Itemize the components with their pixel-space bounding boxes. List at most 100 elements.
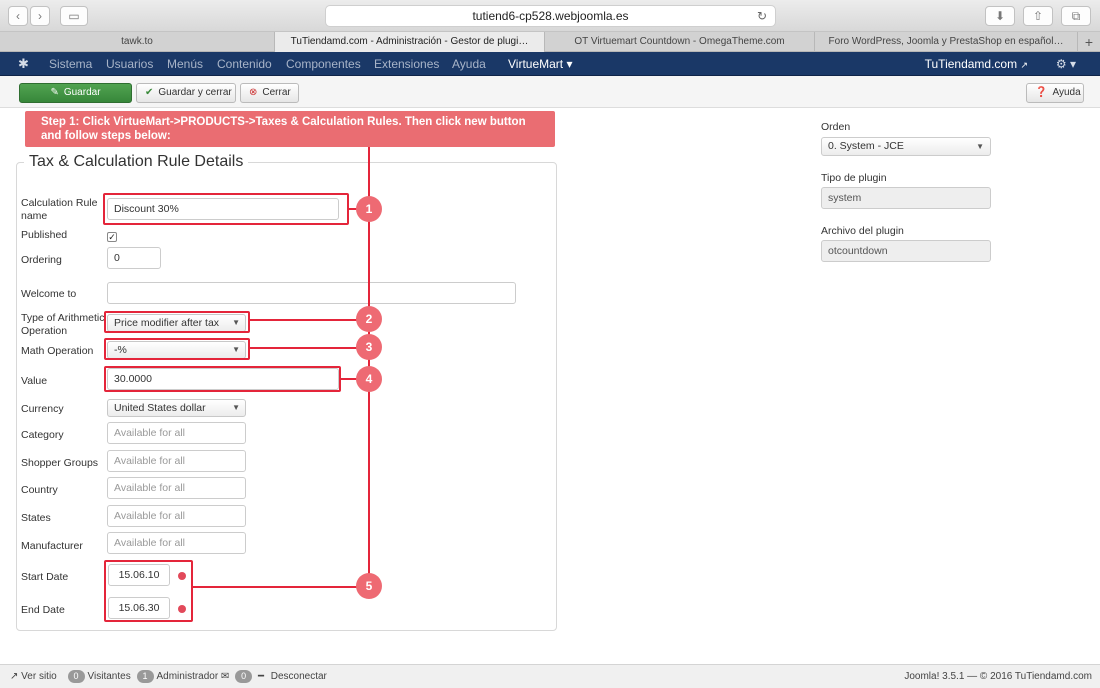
browser-tab[interactable]: OT Virtuemart Countdown - OmegaTheme.com [545, 32, 815, 52]
highlight-dates [104, 560, 193, 622]
nav-virtuemart[interactable]: VirtueMart ▾ [508, 52, 573, 76]
nav-ayuda[interactable]: Ayuda [452, 52, 486, 76]
nav-virtuemart-label: VirtueMart [508, 57, 564, 71]
browser-titlebar: ‹ › ▭ tutiend6-cp528.webjoomla.es ↻ ⬇ ⇧ … [0, 0, 1100, 32]
footer-left: ↗ Ver sitio 0 Visitantes 1 Administrador ✉… [10, 665, 327, 688]
caret-down-icon: ▼ [976, 142, 984, 151]
country-input[interactable]: Available for all [107, 477, 246, 499]
nav-componentes[interactable]: Componentes [286, 52, 361, 76]
label-currency: Currency [21, 403, 64, 415]
label-tipo-plugin: Tipo de plugin [821, 172, 887, 184]
gear-icon[interactable]: ⚙ ▾ [1056, 52, 1076, 76]
help-label: Ayuda [1052, 87, 1081, 98]
save-close-label: Guardar y cerrar [158, 87, 232, 98]
messages-badge: 0 [235, 670, 253, 683]
step-badge: 5 [356, 573, 382, 599]
fieldset-legend: Tax & Calculation Rule Details [24, 153, 249, 171]
site-link-label: TuTiendamd.com [924, 57, 1018, 71]
published-checkbox[interactable]: ✓ [107, 232, 117, 242]
label-ordering: Ordering [21, 254, 62, 266]
orden-value: 0. System - JCE [828, 140, 904, 152]
check-icon: ✔ [145, 87, 154, 98]
forward-icon[interactable]: › [30, 6, 50, 26]
sidebar-icon[interactable]: ▭ [60, 6, 88, 26]
annotation-connector [193, 586, 369, 588]
nav-menus[interactable]: Menús [167, 52, 203, 76]
browser-tab[interactable]: tawk.to [0, 32, 275, 52]
status-footer: ↗ Ver sitio 0 Visitantes 1 Administrador ✉… [0, 664, 1100, 688]
external-link-icon: ↗ [1020, 60, 1028, 70]
label-shopper-groups: Shopper Groups [21, 457, 99, 469]
browser-tab-active[interactable]: TuTiendamd.com - Administración - Gestor… [275, 32, 545, 52]
orden-select[interactable]: 0. System - JCE ▼ [821, 137, 991, 156]
category-input[interactable]: Available for all [107, 422, 246, 444]
label-end-date: End Date [21, 604, 65, 616]
tipo-plugin-field: system [821, 187, 991, 209]
nav-contenido[interactable]: Contenido [217, 52, 272, 76]
label-value: Value [21, 375, 48, 387]
label-category: Category [21, 429, 64, 441]
admin-badge: 1 [136, 670, 154, 683]
question-icon: ❓ [1035, 87, 1048, 98]
help-button[interactable]: ❓ Ayuda [1026, 83, 1084, 103]
shopper-groups-input[interactable]: Available for all [107, 450, 246, 472]
currency-value: United States dollar [114, 402, 206, 414]
admin-label: Administrador [156, 671, 219, 682]
highlight-value [104, 366, 341, 392]
cancel-icon: ⊗ [249, 87, 258, 98]
highlight-arith [104, 311, 250, 333]
label-rule-name: Calculation Rule name [21, 197, 98, 222]
save-label: Guardar [63, 87, 101, 98]
welcome-input[interactable] [107, 282, 516, 304]
address-bar[interactable]: tutiend6-cp528.webjoomla.es ↻ [325, 5, 776, 27]
share-icon[interactable]: ⇧ [1023, 6, 1053, 26]
browser-tab[interactable]: Foro WordPress, Joomla y PrestaShop en e… [815, 32, 1078, 52]
joomla-logo-icon[interactable]: ✱ [18, 56, 29, 72]
new-tab-icon[interactable]: + [1078, 32, 1100, 52]
annotation-connector [250, 319, 369, 321]
logout-link[interactable]: Desconectar [271, 671, 327, 682]
step-badge: 4 [356, 366, 382, 392]
step-badge: 3 [356, 334, 382, 360]
external-link-icon: ↗ [10, 671, 19, 682]
back-icon[interactable]: ‹ [8, 6, 28, 26]
visitantes-label: Visitantes [87, 671, 131, 682]
label-welcome: Welcome to [21, 288, 77, 300]
download-icon[interactable]: ⬇ [985, 6, 1015, 26]
ver-sitio-link[interactable]: Ver sitio [21, 671, 57, 682]
site-link[interactable]: TuTiendamd.com ↗ [925, 52, 1028, 76]
save-button[interactable]: ✎ Guardar [19, 83, 132, 103]
label-math: Math Operation [21, 345, 94, 357]
minus-icon: ━ [257, 671, 264, 682]
reload-icon[interactable]: ↻ [757, 6, 767, 26]
nav-extensiones[interactable]: Extensiones [374, 52, 439, 76]
label-published: Published [21, 229, 68, 241]
caret-down-icon: ▾ [566, 57, 573, 71]
label-arith: Type of Arithmetic Operation [21, 312, 105, 337]
label-manufacturer: Manufacturer [21, 540, 83, 552]
label-states: States [21, 512, 51, 524]
caret-down-icon: ▼ [232, 403, 240, 412]
rule-details-fieldset [16, 162, 557, 631]
archivo-plugin-field: otcountdown [821, 240, 991, 262]
close-button[interactable]: ⊗ Cerrar [240, 83, 299, 103]
toolbar: ✎ Guardar ✔ Guardar y cerrar ⊗ Cerrar ❓ Ayud… [0, 76, 1100, 108]
step-badge: 2 [356, 306, 382, 332]
nav-usuarios[interactable]: Usuarios [106, 52, 153, 76]
label-start-date: Start Date [21, 571, 69, 583]
manufacturer-input[interactable]: Available for all [107, 532, 246, 554]
browser-tabs: tawk.to TuTiendamd.com - Administración … [0, 32, 1100, 52]
url-text: tutiend6-cp528.webjoomla.es [472, 9, 629, 23]
label-orden: Orden [821, 121, 851, 133]
visitantes-badge: 0 [67, 670, 85, 683]
label-country: Country [21, 484, 58, 496]
states-input[interactable]: Available for all [107, 505, 246, 527]
edit-icon: ✎ [50, 87, 59, 98]
tabs-overview-icon[interactable]: ⧉ [1061, 6, 1091, 26]
ordering-input[interactable]: 0 [107, 247, 161, 269]
nav-sistema[interactable]: Sistema [49, 52, 92, 76]
save-close-button[interactable]: ✔ Guardar y cerrar [136, 83, 236, 103]
currency-select[interactable]: United States dollar ▼ [107, 399, 246, 417]
step-badge: 1 [356, 196, 382, 222]
label-archivo-plugin: Archivo del plugin [821, 225, 904, 237]
